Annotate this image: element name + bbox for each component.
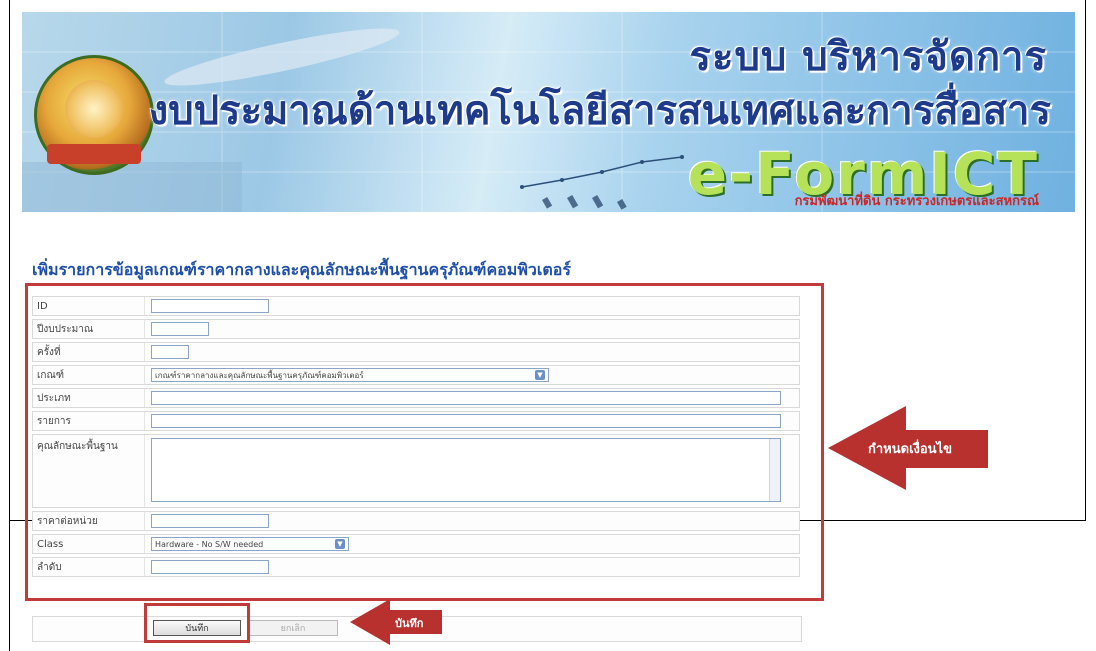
frame-left-border <box>9 0 10 651</box>
banner-title-line2: งบประมาณด้านเทคโนโลยีสารสนเทศและการสื่อส… <box>148 88 1051 134</box>
annotation-form-highlight <box>25 283 824 601</box>
page-title: เพิ่มรายการข้อมูลเกณฑ์ราคากลางและคุณลักษ… <box>32 260 571 279</box>
annotation-label-save: บันทึก <box>395 617 424 630</box>
banner-subtitle-department: กรมพัฒนาที่ดิน กระทรวงเกษตรและสหกรณ์ <box>794 194 1039 209</box>
annotation-save-highlight <box>144 603 250 643</box>
frame-right-border <box>1085 0 1086 521</box>
frame-divider-right <box>800 520 1086 521</box>
annotation-label-condition: กำหนดเงื่อนไข <box>868 442 952 457</box>
department-seal-logo <box>34 55 154 175</box>
cancel-button[interactable]: ยกเลิก <box>248 620 338 636</box>
header-banner: ระบบ บริหารจัดการ งบประมาณด้านเทคโนโลยีส… <box>22 12 1075 212</box>
